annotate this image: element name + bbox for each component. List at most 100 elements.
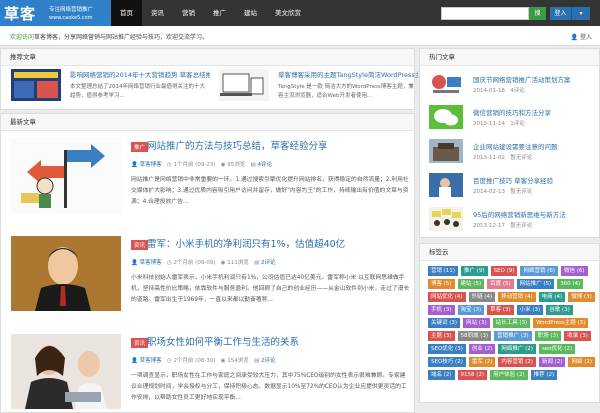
nav-item-home[interactable]: 首页: [111, 0, 142, 26]
tag-item[interactable]: 用户体验 (2): [490, 370, 528, 380]
tag-item[interactable]: 9158 (2): [457, 370, 488, 380]
comment-count[interactable]: 4评论: [257, 162, 272, 168]
hot-item[interactable]: 国庆节网络营销推广活动策划方案 2014-01-16 4评论: [429, 72, 599, 100]
search-button[interactable]: 搜: [529, 7, 546, 20]
tag-item[interactable]: WordPress主题 (3): [533, 318, 589, 328]
user-icon: 👤: [131, 260, 138, 266]
author-link[interactable]: 草客博客: [140, 260, 162, 266]
hot-item-title[interactable]: 微信营销的技巧和方法分享: [473, 107, 551, 117]
article-thumbnail[interactable]: [11, 334, 121, 409]
user-icon: 👤: [131, 162, 138, 168]
site-logo[interactable]: 草客 专注网络营销推广 www.caoke5.com: [0, 0, 111, 26]
tag-item[interactable]: SEO (9): [490, 266, 518, 276]
tag-item[interactable]: 360 (4): [557, 279, 584, 289]
tagcloud-title: 标签云: [420, 244, 599, 261]
tag-item[interactable]: 站长工具 (3): [492, 318, 531, 328]
article-date: 1个月前 (09-23): [173, 162, 216, 168]
top-navbar: 草客 专注网络营销推广 www.caoke5.com 首页 资讯 营销 推广 建…: [0, 0, 600, 26]
article-thumbnail[interactable]: [11, 236, 121, 311]
search-input[interactable]: [441, 7, 529, 20]
featured-item-text: TangStyle 是一款 简洁大方的WordPress博客主题，兼容主流浏览器…: [278, 84, 414, 99]
tag-item[interactable]: 营销推广 (3): [494, 331, 532, 341]
featured-item-title[interactable]: 草客博客采用的主题TangStyle简洁WordPress主题: [278, 69, 418, 79]
hot-item-title[interactable]: 百度推广技巧 草客分享经验: [473, 175, 553, 185]
tag-item[interactable]: 微博 (3): [568, 292, 595, 302]
tag-item[interactable]: 建站 (5): [457, 279, 485, 289]
tag-item[interactable]: 营销 (11): [428, 266, 459, 276]
latest-panel: 最新文章 推广 网站推广的方法与技巧总结，草客经验分享 👤 草客博客 ◷ 1个月…: [0, 113, 415, 413]
tag-item[interactable]: SEO技巧 (2): [428, 357, 466, 367]
category-badge[interactable]: 资讯: [131, 240, 149, 250]
tag-item[interactable]: 网络推广 (2): [498, 344, 536, 354]
tag-item[interactable]: 外链 (4): [468, 292, 496, 302]
chevron-down-icon[interactable]: ▾: [571, 7, 590, 20]
featured-thumbnail: [219, 69, 269, 101]
nav-item-promotion[interactable]: 推广: [204, 0, 235, 26]
author-link[interactable]: 草客博客: [140, 358, 162, 364]
tag-item[interactable]: 移动营销 (4): [498, 292, 536, 302]
tag-list: 营销 (11) 推广 (9) SEO (9) 网络营销 (6) 微信 (6) 博客 (5)…: [428, 266, 598, 380]
category-badge[interactable]: 资讯: [131, 338, 149, 348]
hot-item-title[interactable]: 企业网站建设需要注意的问题: [473, 141, 558, 151]
nav-item-marketing[interactable]: 营销: [173, 0, 204, 26]
author-link[interactable]: 草客博客: [140, 162, 162, 168]
article-title[interactable]: 雷军：小米手机的净利润只有1%，估值超40亿: [147, 236, 345, 250]
tag-item[interactable]: 网站 (3): [463, 318, 490, 328]
tag-item[interactable]: 网络营销 (6): [520, 266, 558, 276]
tag-item[interactable]: 推广 (9): [461, 266, 488, 276]
article-title[interactable]: 网站推广的方法与技巧总结，草客经验分享: [147, 138, 328, 152]
comment-count[interactable]: 2评论: [261, 260, 276, 266]
tag-item[interactable]: 草客 (3): [487, 305, 514, 315]
user-menu-button[interactable]: 登入: [550, 7, 571, 20]
nav-item-essays[interactable]: 美文欣赏: [266, 0, 310, 26]
hot-item[interactable]: 百度推广技巧 草客分享经验 2014-02-13 暂无评论: [429, 173, 599, 201]
tag-item[interactable]: 网站优化 (4): [428, 292, 466, 302]
article-excerpt: 网站推广是网络营销中非常重要的一环。1.通过搜索引擎优化提升网站排名，获得稳定的…: [131, 177, 409, 205]
hot-item[interactable]: 企业网站建设需要注意的问题 2013-11-02 暂无评论: [429, 139, 599, 167]
hot-thumbnail: [429, 139, 463, 163]
tag-item[interactable]: 网站推广 (5): [516, 279, 555, 289]
tag-item[interactable]: 小米 (3): [516, 305, 544, 315]
tag-item[interactable]: 职场 (3): [534, 331, 562, 341]
nav-item-build[interactable]: 建站: [235, 0, 266, 26]
hot-item-title[interactable]: 95后的网络营销新思维与新方法: [473, 209, 566, 219]
hot-item-meta: 2013-11-02 暂无评论: [473, 155, 533, 161]
tag-item[interactable]: 创业 (2): [468, 344, 496, 354]
tag-item[interactable]: 电商 (4): [538, 292, 566, 302]
tag-item[interactable]: 百度 (5): [487, 279, 514, 289]
tag-item[interactable]: 雷军 (2): [468, 357, 496, 367]
latest-title: 最新文章: [1, 114, 414, 131]
hot-item[interactable]: 95后的网络营销新思维与新方法 2013-12-17 暂无评论: [429, 207, 599, 235]
hot-item[interactable]: 微信营销的技巧和方法分享 2013-11-14 1评论: [429, 105, 599, 133]
hot-item-meta: 2014-01-16 4评论: [473, 88, 525, 94]
login-link[interactable]: 👤 登入: [571, 32, 592, 41]
tag-item[interactable]: 推荐 (2): [530, 370, 558, 380]
tag-item[interactable]: 新闻 (2): [538, 357, 566, 367]
tag-item[interactable]: 关键词 (3): [428, 318, 461, 328]
eye-icon: ◉: [220, 162, 226, 168]
tag-item[interactable]: 微信 (6): [560, 266, 588, 276]
tag-item[interactable]: 58同城 (3): [457, 331, 492, 341]
user-icon: 👤: [131, 358, 138, 364]
notice-message: 欢迎访问草客博客，分享网络营销与网站推广经验与技巧，欢迎交流学习。: [10, 32, 208, 41]
tag-item[interactable]: 网络 (2): [568, 357, 596, 367]
tag-item[interactable]: 域名 (2): [428, 370, 455, 380]
hot-thumbnail: [429, 105, 463, 129]
tag-item[interactable]: 主题 (3): [428, 331, 455, 341]
tag-item[interactable]: 博客 (5): [428, 279, 455, 289]
article-title[interactable]: 职场女性如何平衡工作与生活的关系: [147, 334, 299, 348]
tag-item[interactable]: 内容营销 (2): [498, 357, 536, 367]
logo-url: www.caoke5.com: [49, 15, 93, 21]
comment-count[interactable]: 2评论: [261, 358, 276, 364]
tag-item[interactable]: 谷歌 (3): [546, 305, 573, 315]
tag-item[interactable]: 收录 (3): [564, 331, 591, 341]
tag-item[interactable]: 手机 (3): [428, 305, 455, 315]
category-badge[interactable]: 推广: [131, 142, 149, 152]
nav-item-news[interactable]: 资讯: [142, 0, 173, 26]
hot-item-title[interactable]: 国庆节网络营销推广活动策划方案: [473, 74, 571, 84]
article-thumbnail[interactable]: [11, 138, 121, 213]
tag-item[interactable]: 淘宝 (3): [457, 305, 485, 315]
tag-item[interactable]: seo优化 (2): [538, 344, 576, 354]
featured-item-title[interactable]: 影响网络营销的2014年十大营销趋势 草客总结推荐: [70, 69, 210, 79]
tag-item[interactable]: SEO优化 (3): [428, 344, 466, 354]
